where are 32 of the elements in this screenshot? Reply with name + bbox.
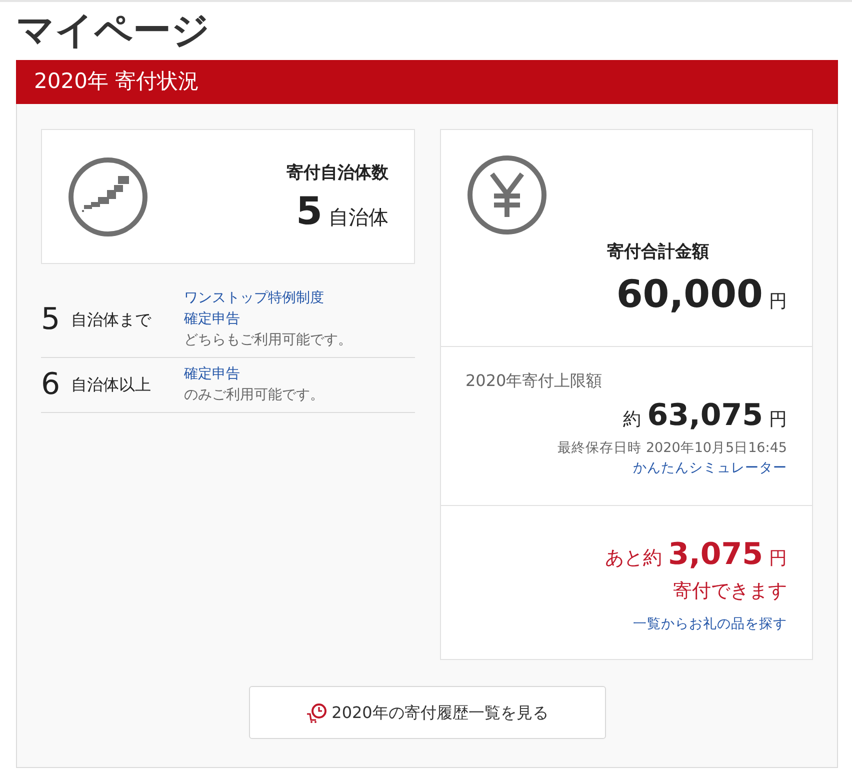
rule-label: 自治体以上 [71,374,152,396]
count-value: 5 [296,192,322,230]
japan-map-icon [67,156,149,238]
card-label: 寄付自治体数 [286,162,388,185]
rule-note: どちらもご利用可能です。 [184,331,352,350]
remaining-unit: 円 [769,547,787,571]
total-label: 寄付合計金額 [607,241,709,264]
limit-unit: 円 [769,408,787,432]
rule-link[interactable]: 確定申告 [184,309,352,330]
history-button[interactable]: 2020年の寄付履歴一覧を見る [248,686,606,739]
saved-timestamp: 最終保存日時 2020年10月5日16:45 [558,439,787,458]
simulator-link[interactable]: かんたんシミュレーター [633,458,787,478]
rule-link[interactable]: ワンストップ特例制度 [184,288,352,309]
rule-label: 自治体まで [71,308,152,330]
count-unit: 自治体 [328,204,388,232]
rule-number: 5 [41,304,62,334]
limit-amount: 63,075 [647,397,763,435]
section-header: 2020年 寄付状況 [16,60,838,104]
rule-note: のみご利用可能です。 [184,386,324,405]
rule-number: 6 [41,370,62,400]
rule-link[interactable]: 確定申告 [184,364,324,385]
limit-prefix: 約 [623,408,642,432]
limit-label: 2020年寄付上限額 [466,370,604,392]
total-unit: 円 [769,290,787,314]
page-title: マイページ [15,7,211,54]
yen-icon [466,154,548,236]
cart-clock-icon [306,702,328,722]
remaining-prefix: あと約 [605,546,662,571]
remaining-caption: 寄付できます [673,579,787,604]
remaining-amount: 3,075 [668,536,763,574]
total-amount: 60,000 [616,270,763,318]
gift-search-link[interactable]: 一覧からお礼の品を探す [633,614,787,634]
